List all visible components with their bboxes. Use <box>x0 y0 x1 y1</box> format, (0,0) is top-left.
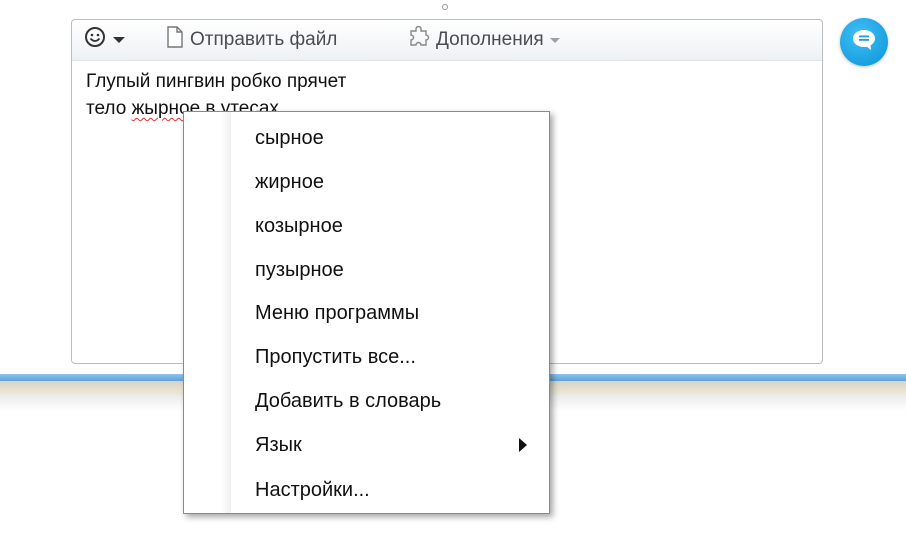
menu-item-suggestion[interactable]: сырное <box>184 118 549 158</box>
chevron-down-icon <box>112 29 126 51</box>
chevron-down-icon <box>549 29 561 51</box>
submenu-arrow-icon <box>519 438 527 452</box>
send-file-button[interactable]: Отправить файл <box>166 20 337 60</box>
menu-item-add-to-dictionary[interactable]: Добавить в словарь <box>184 381 549 421</box>
chat-bubble-icon <box>851 28 877 57</box>
menu-item-settings[interactable]: Настройки... <box>184 470 549 510</box>
menu-item-language[interactable]: Язык <box>184 425 549 465</box>
menu-item-suggestion[interactable]: козырное <box>184 206 549 246</box>
window-grip-dot <box>442 4 448 10</box>
message-line-1: Глупый пингвин робко прячет <box>86 71 347 92</box>
menu-item-suggestion[interactable]: пузырное <box>184 250 549 290</box>
smiley-icon <box>84 26 106 54</box>
menu-item-suggestion[interactable]: жирное <box>184 162 549 202</box>
message-text-before-misspelling: тело <box>86 98 132 119</box>
puzzle-icon <box>408 25 430 54</box>
addons-label: Дополнения <box>436 29 544 50</box>
menu-item-program-menu[interactable]: Меню программы <box>184 293 549 333</box>
menu-item-skip-all[interactable]: Пропустить все... <box>184 337 549 377</box>
menu-item-language-label: Язык <box>255 433 302 456</box>
spellcheck-context-menu: сырное жирное козырное пузырное Меню про… <box>183 111 550 514</box>
composer-toolbar: Отправить файл Дополнения <box>72 20 822 61</box>
emoji-button[interactable] <box>84 20 126 60</box>
addons-button[interactable]: Дополнения <box>408 20 561 60</box>
document-icon <box>166 26 184 54</box>
send-file-label: Отправить файл <box>190 29 338 50</box>
chat-button[interactable] <box>840 18 888 66</box>
